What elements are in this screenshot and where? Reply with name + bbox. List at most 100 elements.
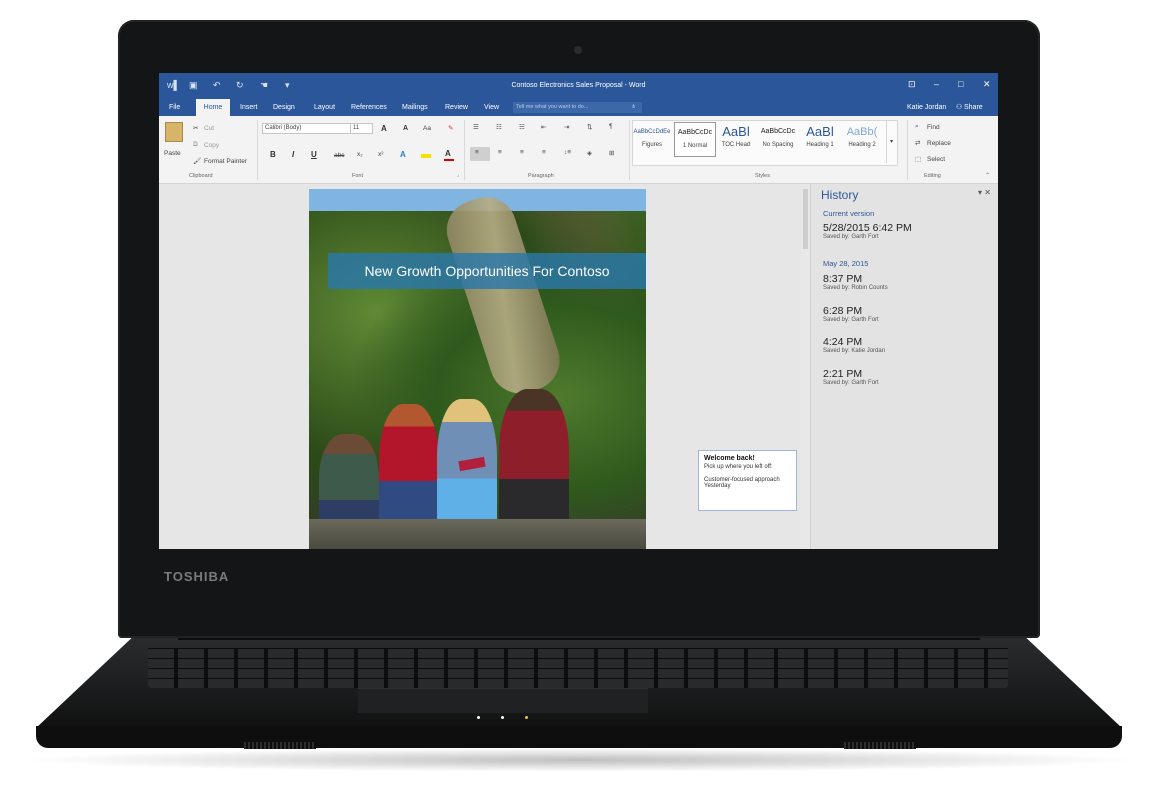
- version-entry[interactable]: 8:37 PM Saved by: Robin Counts: [823, 273, 888, 291]
- line-spacing-icon[interactable]: ↕≡: [564, 149, 571, 156]
- tab-file[interactable]: File: [169, 104, 180, 111]
- ribbon: Paste ✂ Cut ⧉ Copy 🖌 Format Painter Clip…: [159, 116, 998, 184]
- bullets-icon[interactable]: ☰: [473, 123, 479, 131]
- share-button[interactable]: Share: [964, 104, 983, 111]
- version-entry[interactable]: 6:28 PM Saved by: Garth Fort: [823, 305, 879, 323]
- decrease-indent-icon[interactable]: ⇤: [541, 123, 546, 131]
- show-formatting-icon[interactable]: ¶: [609, 123, 613, 130]
- style-sample: AaBbCcDc: [677, 129, 713, 136]
- justify-icon[interactable]: ≡: [542, 149, 546, 156]
- styles-group-label: Styles: [755, 173, 770, 179]
- keyboard-rows: [148, 648, 1008, 688]
- version-time: 8:37 PM: [823, 273, 863, 285]
- grow-font-button[interactable]: A: [381, 124, 387, 133]
- superscript-button[interactable]: x²: [378, 151, 383, 158]
- status-led: [525, 716, 528, 719]
- strikethrough-button[interactable]: abc: [334, 152, 344, 159]
- pane-options-icon[interactable]: ▾ ✕: [978, 188, 991, 197]
- current-version-label: Current version: [823, 209, 875, 218]
- shading-icon[interactable]: ◈: [587, 149, 592, 157]
- tab-insert[interactable]: Insert: [240, 104, 258, 111]
- highlight-icon[interactable]: [421, 154, 431, 158]
- version-entry[interactable]: 2:21 PM Saved by: Garth Fort: [823, 368, 879, 386]
- numbering-icon[interactable]: ☷: [496, 123, 502, 131]
- font-color-button[interactable]: A: [445, 149, 451, 158]
- format-painter-icon[interactable]: 🖌: [193, 157, 201, 165]
- tab-design[interactable]: Design: [273, 104, 295, 111]
- style-sample: AaBl: [722, 124, 750, 139]
- version-entry-current[interactable]: 5/28/2015 6:42 PM Saved by: Garth Fort: [823, 222, 912, 240]
- editing-group-label: Editing: [924, 173, 941, 179]
- text-effects-button[interactable]: A: [400, 150, 406, 159]
- webcam-icon: [574, 46, 582, 54]
- dialog-launcher-icon[interactable]: ⌟: [457, 172, 459, 178]
- style-name: No Spacing: [762, 142, 794, 148]
- style-tile-no-spacing[interactable]: AaBbCcDc No Spacing: [758, 122, 798, 155]
- style-tile-toc-head[interactable]: AaBl TOC Head: [716, 122, 756, 155]
- ribbon-display-icon[interactable]: ⊡: [908, 79, 916, 90]
- underline-button[interactable]: U: [311, 150, 317, 159]
- style-tile-heading-1[interactable]: AaBl Heading 1: [800, 122, 840, 155]
- maximize-icon[interactable]: □: [958, 79, 963, 89]
- share-icon: ⚇: [956, 104, 963, 111]
- italic-button[interactable]: I: [292, 150, 294, 159]
- history-title: History: [821, 188, 859, 202]
- select-button[interactable]: Select: [927, 156, 945, 163]
- clear-formatting-icon[interactable]: ✎: [448, 124, 453, 132]
- style-tile-heading-2[interactable]: AaBb( Heading 2: [842, 122, 882, 155]
- font-name-box[interactable]: Calibri (Body): [262, 123, 351, 134]
- style-name: TOC Head: [721, 142, 751, 148]
- copy-icon[interactable]: ⧉: [193, 141, 198, 149]
- sort-icon[interactable]: ⇅: [587, 123, 592, 131]
- increase-indent-icon[interactable]: ⇥: [564, 123, 569, 131]
- multilevel-list-icon[interactable]: ☵: [519, 123, 525, 131]
- version-time: 4:24 PM: [823, 336, 863, 348]
- version-time: 6:28 PM: [823, 305, 863, 317]
- subscript-button[interactable]: x₂: [357, 151, 363, 158]
- replace-icon[interactable]: ⇄: [915, 139, 920, 147]
- styles-more-icon[interactable]: ▾: [886, 121, 896, 163]
- borders-icon[interactable]: ⊞: [609, 149, 614, 157]
- clipboard-group-label: Clipboard: [189, 173, 213, 179]
- welcome-back-callout[interactable]: Welcome back! Pick up where you left off…: [698, 450, 797, 511]
- style-name: Figures: [641, 142, 662, 148]
- tab-review[interactable]: Review: [445, 104, 468, 111]
- cut-button[interactable]: Cut: [204, 125, 214, 132]
- style-tile-normal[interactable]: AaBbCcDc 1 Normal: [674, 122, 716, 157]
- center-icon[interactable]: ≡: [498, 149, 502, 156]
- minimize-icon[interactable]: –: [934, 79, 939, 89]
- style-tile-figures[interactable]: AaBbCcDdEe Figures: [632, 122, 672, 155]
- version-entry[interactable]: 4:24 PM Saved by: Katie Jordan: [823, 336, 885, 354]
- tab-layout[interactable]: Layout: [314, 104, 335, 111]
- tab-mailings[interactable]: Mailings: [402, 104, 428, 111]
- tab-view[interactable]: View: [484, 104, 499, 111]
- scrollbar-thumb[interactable]: [803, 189, 808, 249]
- align-right-icon[interactable]: ≡: [520, 149, 524, 156]
- tab-references[interactable]: References: [351, 104, 387, 111]
- find-button[interactable]: Find: [927, 124, 940, 131]
- align-left-icon[interactable]: [470, 147, 490, 161]
- font-group-label: Font: [352, 173, 364, 179]
- tell-me-search[interactable]: Tell me what you want to do...: [513, 102, 642, 113]
- style-sample: AaBb(: [846, 126, 878, 138]
- title-bar: w▌ ▣ ↶ ↻ ☚ ▾ Contoso Electronics Sales P…: [159, 73, 998, 99]
- format-painter-button[interactable]: Format Painter: [204, 158, 247, 165]
- paste-icon[interactable]: [165, 122, 183, 142]
- collapse-ribbon-icon[interactable]: ⌃: [985, 172, 990, 179]
- tab-home[interactable]: Home: [196, 99, 230, 116]
- replace-button[interactable]: Replace: [927, 140, 951, 147]
- style-name: Heading 1: [806, 142, 834, 148]
- cut-icon[interactable]: ✂: [193, 124, 198, 132]
- copy-button[interactable]: Copy: [204, 142, 219, 149]
- ribbon-tabs: File Home Insert Design Layout Reference…: [159, 99, 998, 116]
- document-page[interactable]: New Growth Opportunities For Contoso: [309, 189, 646, 549]
- user-name[interactable]: Katie Jordan: [907, 104, 946, 111]
- bold-button[interactable]: B: [270, 150, 276, 159]
- paste-button[interactable]: Paste: [164, 150, 181, 157]
- select-icon[interactable]: ⬚: [915, 155, 921, 163]
- close-icon[interactable]: ✕: [983, 79, 991, 90]
- shrink-font-button[interactable]: A: [403, 125, 408, 132]
- change-case-button[interactable]: Aa: [423, 125, 431, 132]
- find-icon[interactable]: ⌕: [915, 123, 919, 131]
- font-size-box[interactable]: 11: [350, 123, 373, 134]
